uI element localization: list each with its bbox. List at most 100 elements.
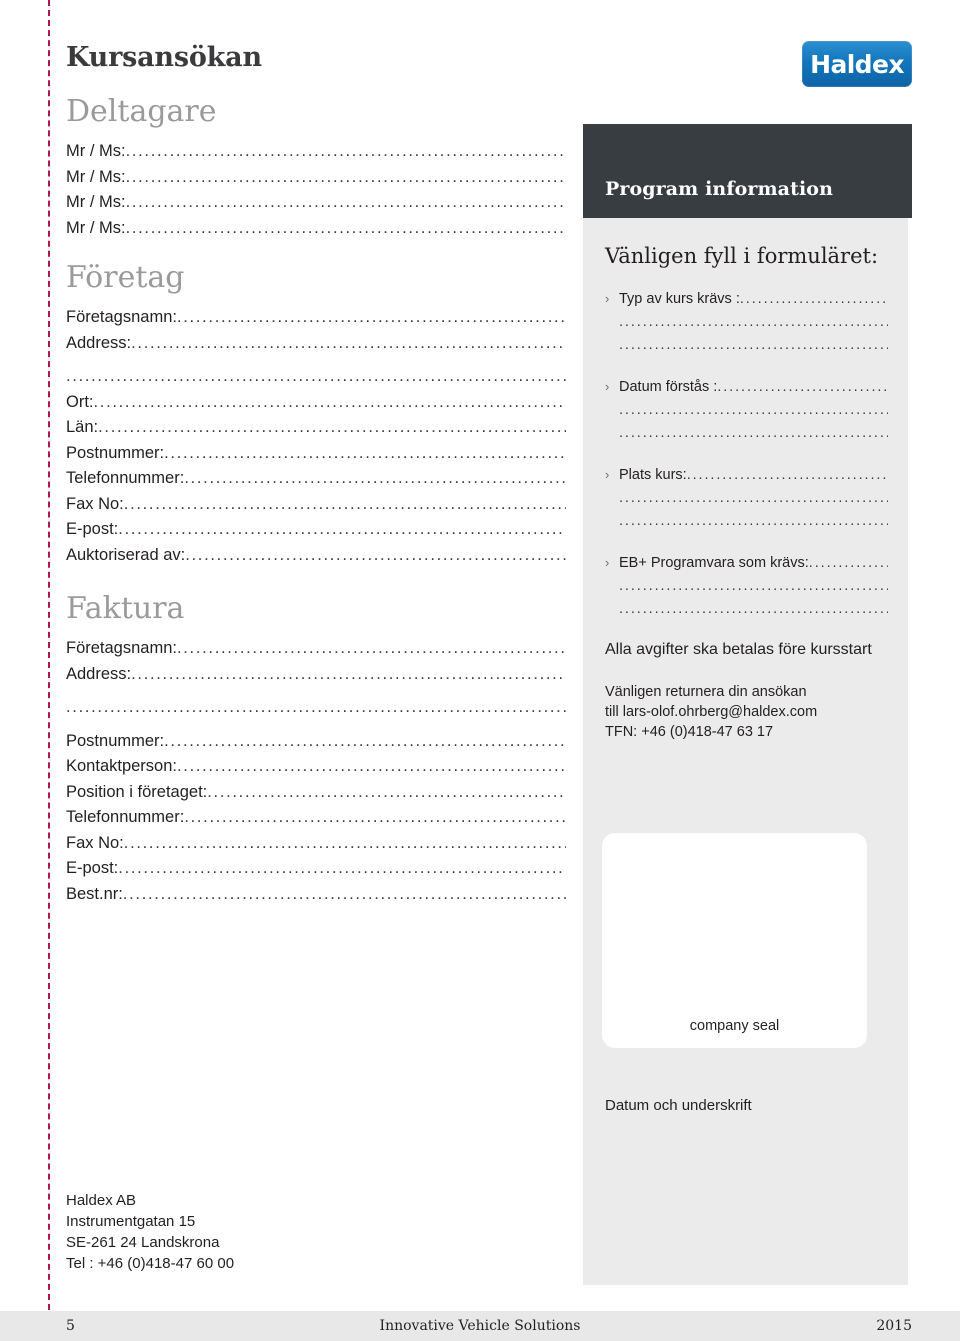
form-field-label: Län: [66,418,99,436]
program-bullet-label: Datum förstås : [619,379,718,395]
form-field-label: Fax No: [66,833,124,852]
dotted-leader[interactable] [177,754,566,780]
perforation-dashed-line [48,0,50,1320]
form-field-row[interactable]: Mr / Ms: [66,190,566,216]
dotted-leader[interactable] [185,543,566,569]
form-field-row[interactable]: Företagsnamn: [66,636,566,662]
dotted-leader[interactable] [687,464,888,487]
form-field-row[interactable]: Postnummer: [66,729,566,755]
dotted-leader[interactable] [619,598,888,621]
dotted-leader[interactable] [94,390,567,416]
chevron-right-icon: › [605,555,610,570]
dotted-leader[interactable] [809,552,888,575]
company-seal-box[interactable]: company seal [602,833,867,1048]
dotted-leader[interactable] [619,422,888,445]
dotted-leader[interactable] [184,466,566,492]
form-field-row[interactable]: Telefonnummer: [66,805,566,831]
form-field-continuation-line[interactable] [66,364,566,390]
page-title: Kursansökan [66,42,262,73]
program-bullet-row[interactable]: › Datum förstås : [605,375,888,399]
dotted-leader[interactable] [619,334,888,357]
dotted-leader[interactable] [66,695,566,721]
chevron-right-icon: › [605,467,610,482]
form-field-row[interactable]: Kontaktperson: [66,754,566,780]
haldex-logo: Haldex [802,41,912,87]
program-bullet-row[interactable]: › Typ av kurs krävs : [605,287,888,311]
dotted-leader[interactable] [131,662,566,688]
contact-line: TFN: +46 (0)418-47 63 17 [605,724,774,740]
section-heading: Faktura [66,591,185,626]
dotted-leader[interactable] [184,805,566,831]
contact-line: Vänligen returnera din ansökan [605,684,807,700]
form-field-row[interactable]: E-post: [66,856,566,882]
dotted-leader[interactable] [123,882,566,908]
section-heading: Företag [66,260,185,295]
dotted-leader[interactable] [126,165,566,191]
form-field-row[interactable]: Län: [66,415,566,441]
form-field-continuation-line[interactable] [66,695,566,721]
form-field-row[interactable]: Fax No: [66,492,566,518]
form-field-row[interactable]: Address: [66,331,566,357]
program-bullet-item[interactable]: › Plats kurs: [605,463,888,533]
address-line: Haldex AB [66,1192,137,1209]
company-address-block: Haldex AB Instrumentgatan 15 SE-261 24 Lan… [66,1190,234,1274]
form-field-row[interactable]: Fax No: [66,831,566,857]
dotted-leader[interactable] [740,288,888,311]
form-field-label: Address: [66,333,132,352]
dotted-leader[interactable] [164,729,566,755]
program-bullet-row[interactable]: › Plats kurs: [605,463,888,487]
program-information-panel: Vänligen fyll i formuläret: › Typ av kurs… [583,218,908,1285]
form-field-row[interactable]: Mr / Ms: [66,216,566,242]
form-field-label: Företagsnamn: [66,639,177,657]
form-field-row[interactable]: E-post: [66,517,566,543]
form-field-label: Postnummer: [66,731,165,750]
form-field-label: Fax No: [66,494,124,513]
program-bullet-item[interactable]: › Typ av kurs krävs : [605,287,888,357]
dotted-leader[interactable] [131,331,566,357]
form-field-row[interactable]: Ort: [66,390,566,416]
form-field-label: Telefonnummer: [66,808,185,826]
dotted-leader[interactable] [717,376,888,399]
dotted-leader[interactable] [619,575,888,598]
program-bullet-item[interactable]: › EB+ Programvara som krävs: [605,551,888,621]
form-field-label: E-post: [66,520,119,538]
form-field-label: Postnummer: [66,443,165,462]
program-bullet-row[interactable]: › EB+ Programvara som krävs: [605,551,888,575]
program-information-content: Vänligen fyll i formuläret: › Typ av kurs… [605,246,888,742]
dotted-leader[interactable] [66,364,566,390]
page-footer-bar: 5 Innovative Vehicle Solutions 2015 [0,1311,960,1341]
program-bullet-label: Typ av kurs krävs : [619,291,740,307]
dotted-leader[interactable] [124,831,566,857]
form-field-row[interactable]: Företagsnamn: [66,305,566,331]
dotted-leader[interactable] [619,487,888,510]
form-field-row[interactable]: Position i företaget: [66,780,566,806]
dotted-leader[interactable] [124,492,566,518]
return-contact-block: Vänligen returnera din ansökan till lars-… [605,682,888,742]
form-field-row[interactable]: Telefonnummer: [66,466,566,492]
dotted-leader[interactable] [126,216,566,242]
dotted-leader[interactable] [619,399,888,422]
dotted-leader[interactable] [177,305,566,331]
dotted-leader[interactable] [126,139,566,165]
dotted-leader[interactable] [118,517,566,543]
dotted-leader[interactable] [177,636,566,662]
form-field-row[interactable]: Best.nr: [66,882,566,908]
form-field-row[interactable]: Mr / Ms: [66,139,566,165]
form-field-row[interactable]: Mr / Ms: [66,165,566,191]
dotted-leader[interactable] [164,441,566,467]
form-field-row[interactable]: Postnummer: [66,441,566,467]
form-field-row[interactable]: Address: [66,662,566,688]
payment-note: Alla avgifter ska betalas före kursstart [605,641,872,658]
dotted-leader[interactable] [619,510,888,533]
dotted-leader[interactable] [98,415,566,441]
form-field-label: Address: [66,664,132,683]
dotted-leader[interactable] [126,190,566,216]
program-bullet-item[interactable]: › Datum förstås : [605,375,888,445]
form-field-row[interactable]: Auktoriserad av: [66,543,566,569]
form-field-label: E-post: [66,859,119,877]
address-line: Tel : +46 (0)418-47 60 00 [66,1255,235,1272]
dotted-leader[interactable] [118,856,566,882]
dotted-leader[interactable] [619,311,888,334]
dotted-leader[interactable] [207,780,566,806]
